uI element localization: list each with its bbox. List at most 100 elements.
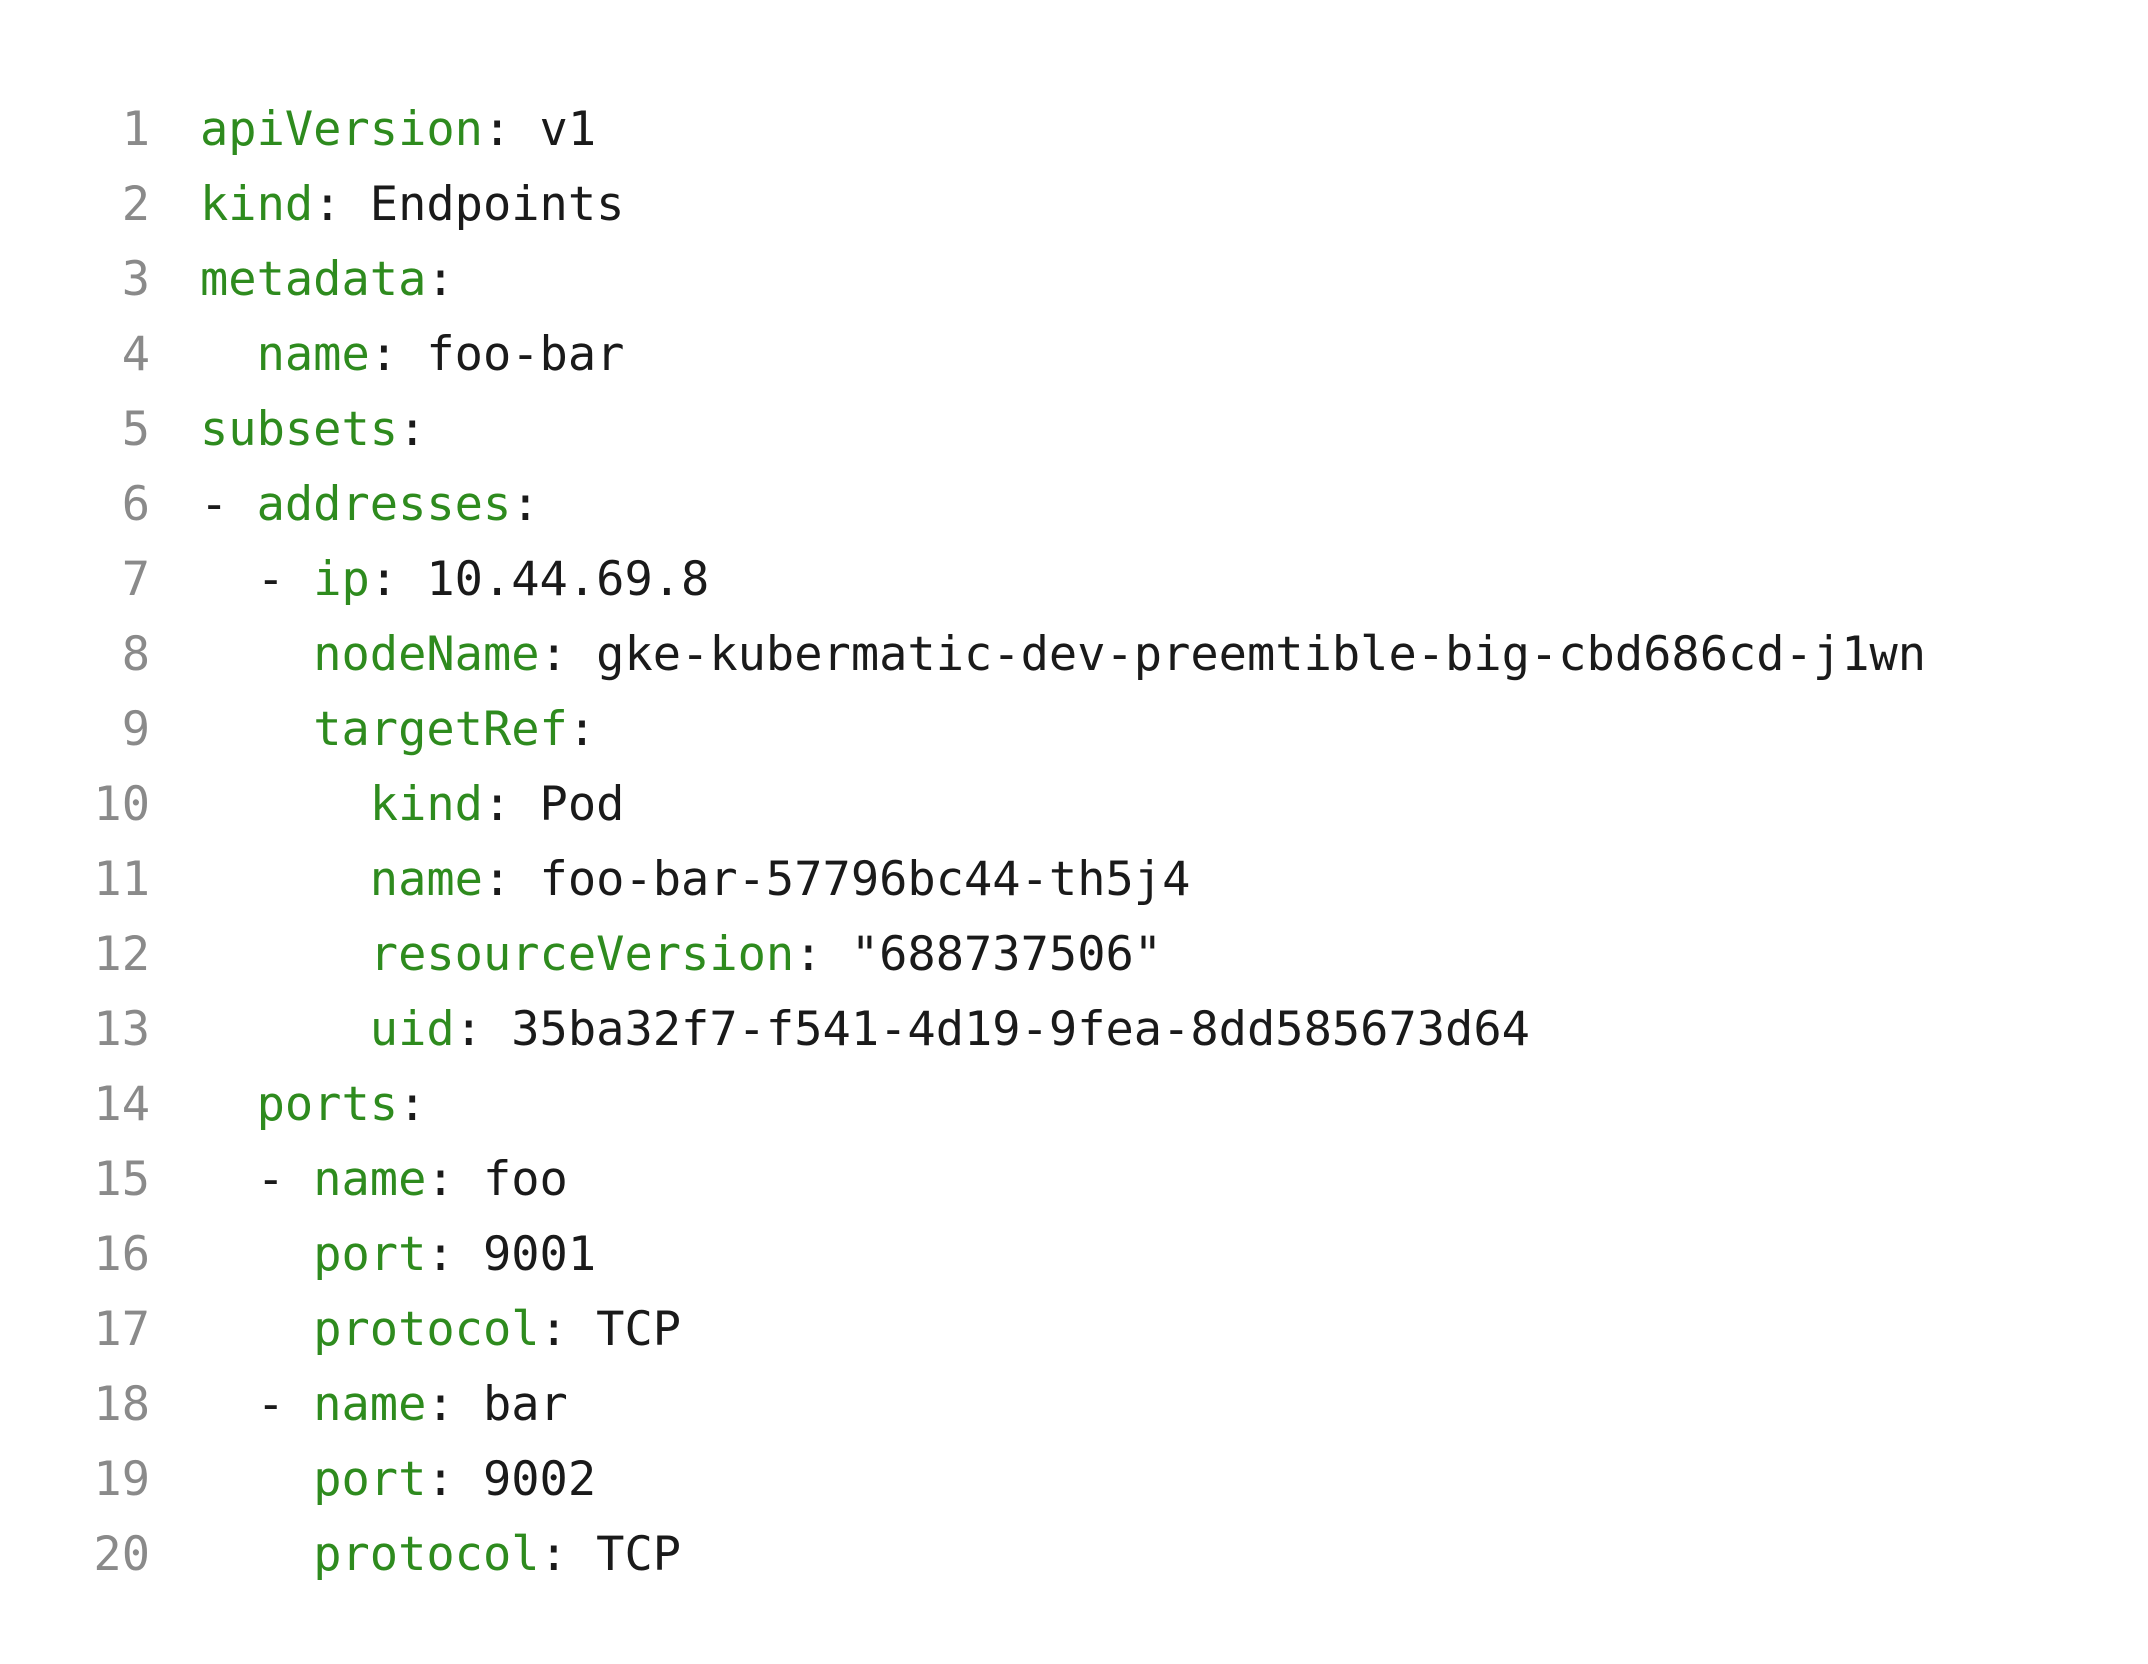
yaml-key: addresses xyxy=(256,477,512,532)
colon: : xyxy=(369,552,399,607)
code-block: 1 apiVersion: v1 2 kind: Endpoints 3 met… xyxy=(70,92,1926,1592)
yaml-value: TCP xyxy=(567,1527,682,1582)
code-line: 10 kind: Pod xyxy=(70,767,1926,842)
yaml-key: resourceVersion xyxy=(369,927,795,982)
line-content: kind: Pod xyxy=(200,767,625,842)
colon: : xyxy=(426,1152,455,1207)
line-content: name: foo-bar xyxy=(200,317,625,392)
yaml-value: foo xyxy=(454,1152,568,1207)
line-content: uid: 35ba32f7-f541-4d19-9fea-8dd585673d6… xyxy=(200,992,1530,1067)
list-dash: - xyxy=(256,552,314,607)
line-number: 12 xyxy=(93,927,150,982)
yaml-key: port xyxy=(313,1227,427,1282)
code-line: 6 - addresses: xyxy=(70,467,1926,542)
yaml-key: kind xyxy=(200,177,314,232)
code-line: 1 apiVersion: v1 xyxy=(70,92,1926,167)
code-line: 7 - ip: 10.44.69.8 xyxy=(70,542,1926,617)
colon: : xyxy=(313,177,342,232)
colon: : xyxy=(426,1452,455,1507)
yaml-value: 10.44.69.8 xyxy=(398,552,710,607)
yaml-value: foo-bar xyxy=(398,327,625,382)
yaml-value: 9001 xyxy=(454,1227,597,1282)
colon: : xyxy=(426,1227,455,1282)
code-line: 18 - name: bar xyxy=(70,1367,1926,1442)
yaml-key: ports xyxy=(256,1077,399,1132)
colon: : xyxy=(426,1377,455,1432)
line-content: nodeName: gke-kubermatic-dev-preemtible-… xyxy=(200,617,1926,692)
yaml-value: foo-bar-57796bc44-th5j4 xyxy=(511,852,1191,907)
colon: : xyxy=(369,327,399,382)
line-number: 14 xyxy=(93,1077,150,1132)
line-number: 6 xyxy=(121,477,150,532)
line-content: protocol: TCP xyxy=(200,1292,681,1367)
colon: : xyxy=(454,1002,483,1057)
yaml-key: kind xyxy=(369,777,483,832)
code-line: 15 - name: foo xyxy=(70,1142,1926,1217)
colon: : xyxy=(482,777,512,832)
yaml-value: v1 xyxy=(511,102,597,157)
code-line: 8 nodeName: gke-kubermatic-dev-preemtibl… xyxy=(70,617,1926,692)
yaml-key: nodeName xyxy=(313,627,540,682)
yaml-key: name xyxy=(313,1377,427,1432)
line-content: - addresses: xyxy=(200,467,540,542)
line-number: 3 xyxy=(121,252,150,307)
colon: : xyxy=(426,252,455,307)
line-number: 5 xyxy=(121,402,150,457)
code-line: 17 protocol: TCP xyxy=(70,1292,1926,1367)
list-dash: - xyxy=(200,477,257,532)
line-number: 4 xyxy=(121,327,150,382)
line-number: 17 xyxy=(93,1302,150,1357)
line-content: port: 9002 xyxy=(200,1442,596,1517)
yaml-value: Pod xyxy=(511,777,625,832)
colon: : xyxy=(482,102,512,157)
line-content: kind: Endpoints xyxy=(200,167,624,242)
line-number: 18 xyxy=(93,1377,150,1432)
line-content: ports: xyxy=(200,1067,427,1142)
line-number: 11 xyxy=(93,852,150,907)
code-line: 4 name: foo-bar xyxy=(70,317,1926,392)
code-line: 2 kind: Endpoints xyxy=(70,167,1926,242)
code-line: 19 port: 9002 xyxy=(70,1442,1926,1517)
code-line: 11 name: foo-bar-57796bc44-th5j4 xyxy=(70,842,1926,917)
line-content: metadata: xyxy=(200,242,455,317)
line-number: 15 xyxy=(93,1152,150,1207)
line-number: 13 xyxy=(93,1002,150,1057)
list-dash: - xyxy=(256,1152,314,1207)
line-number: 16 xyxy=(93,1227,150,1282)
line-content: - name: foo xyxy=(200,1142,568,1217)
colon: : xyxy=(482,852,512,907)
colon: : xyxy=(398,1077,427,1132)
line-number: 7 xyxy=(121,552,150,607)
line-content: apiVersion: v1 xyxy=(200,92,596,167)
colon: : xyxy=(539,1302,568,1357)
code-line: 5 subsets: xyxy=(70,392,1926,467)
yaml-key: name xyxy=(369,852,483,907)
line-content: resourceVersion: "688737506" xyxy=(200,917,1162,992)
yaml-key: uid xyxy=(369,1002,455,1057)
list-dash: - xyxy=(256,1377,314,1432)
line-number: 20 xyxy=(93,1527,150,1582)
code-line: 14 ports: xyxy=(70,1067,1926,1142)
yaml-value: bar xyxy=(454,1377,568,1432)
yaml-key: metadata xyxy=(200,252,427,307)
code-line: 13 uid: 35ba32f7-f541-4d19-9fea-8dd58567… xyxy=(70,992,1926,1067)
code-line: 3 metadata: xyxy=(70,242,1926,317)
yaml-value: 9002 xyxy=(454,1452,597,1507)
colon: : xyxy=(794,927,823,982)
yaml-key: targetRef xyxy=(313,702,568,757)
colon: : xyxy=(398,402,427,457)
yaml-key: apiVersion xyxy=(200,102,483,157)
line-content: name: foo-bar-57796bc44-th5j4 xyxy=(200,842,1191,917)
line-number: 2 xyxy=(121,177,150,232)
